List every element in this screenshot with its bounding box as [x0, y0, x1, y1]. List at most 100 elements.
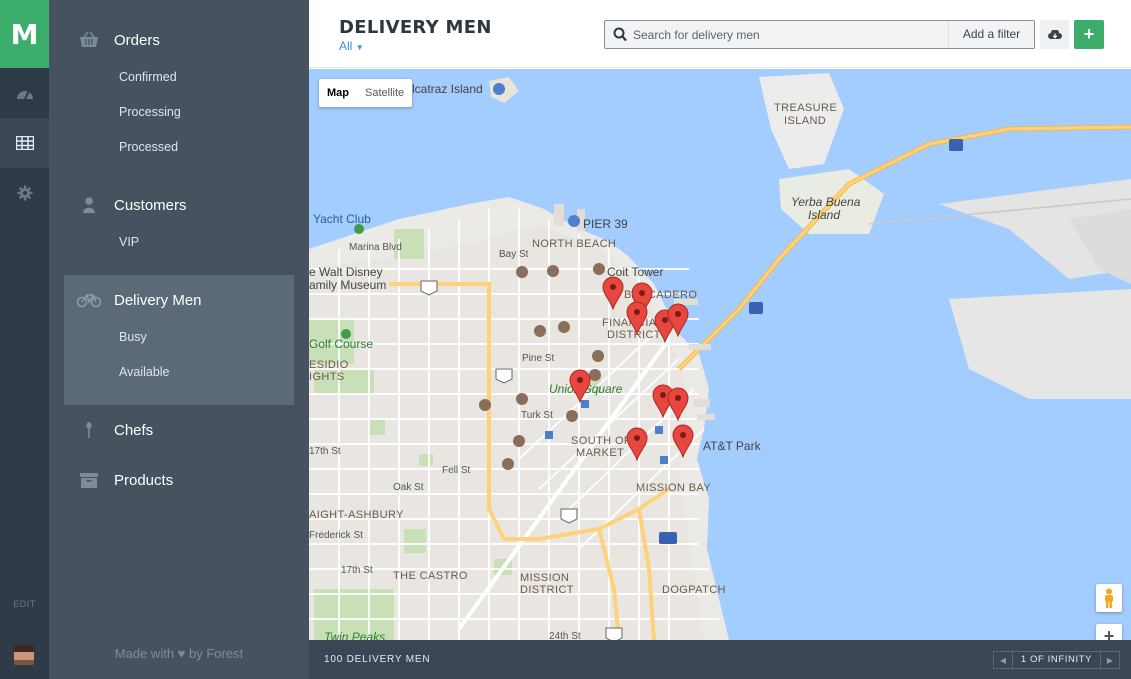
- icon-rail: M EDIT: [0, 0, 49, 679]
- sidebar-subitem-vip[interactable]: VIP: [49, 225, 309, 260]
- sidebar-item-label: Products: [114, 471, 174, 489]
- sidebar-subitem-busy[interactable]: Busy: [49, 320, 309, 355]
- map-label: DOGPATCH: [662, 584, 726, 596]
- sidebar-item-products[interactable]: Products: [49, 460, 309, 500]
- spoon-icon: [86, 422, 92, 438]
- map-label: IGHTS: [309, 371, 345, 383]
- delivery-man-pin[interactable]: [569, 369, 591, 404]
- street-label: Oak St: [393, 482, 424, 493]
- sidebar-item-customers[interactable]: Customers: [49, 185, 309, 225]
- edit-link[interactable]: EDIT: [0, 599, 49, 609]
- map-label: amily Museum: [309, 278, 387, 292]
- map-label: MISSION: [520, 572, 570, 584]
- search-input[interactable]: Search for delivery men: [633, 28, 760, 42]
- settings-button[interactable]: [0, 168, 49, 218]
- map-label: PIER 39: [583, 217, 628, 231]
- sidebar-item-orders[interactable]: Orders: [49, 20, 309, 60]
- map-view[interactable]: lcatraz Island TREASURE ISLAND Yerba Bue…: [309, 69, 1131, 640]
- map-label: Yerba Buena: [791, 195, 861, 209]
- add-record-button[interactable]: +: [1074, 20, 1104, 49]
- map-label: MISSION BAY: [636, 482, 712, 494]
- chevron-left-icon: ◀: [999, 655, 1007, 665]
- user-icon: [83, 197, 95, 213]
- map-label: TREASURE: [774, 102, 838, 114]
- street-label: 17th St: [309, 446, 341, 457]
- map-type-map-button[interactable]: Map: [319, 79, 357, 107]
- sidebar-item-delivery-men[interactable]: Delivery Men: [49, 280, 309, 320]
- gear-icon: [17, 185, 32, 201]
- map-label: ESIDIO: [309, 359, 349, 371]
- table-icon: [15, 136, 34, 150]
- sidebar-item-label: Orders: [114, 31, 160, 49]
- app-logo[interactable]: M: [0, 0, 49, 68]
- delivery-man-pin[interactable]: [672, 424, 694, 459]
- nav-group-delivery-men: Delivery Men Busy Available: [49, 280, 309, 390]
- sidebar: Orders Confirmed Processing Processed Cu…: [49, 0, 309, 679]
- street-label: Bay St: [499, 249, 529, 260]
- map-type-toggle: Map Satellite: [319, 79, 413, 107]
- sidebar-item-label: Delivery Men: [114, 291, 202, 309]
- made-with-suffix: by Forest: [189, 646, 244, 661]
- search-bar[interactable]: Search for delivery men Add a filter: [604, 20, 1035, 49]
- sidebar-item-label: Customers: [114, 196, 187, 214]
- page-title: DELIVERY MEN: [339, 17, 492, 38]
- map-label: Yacht Club: [313, 212, 371, 226]
- page-indicator[interactable]: 1 OF INFINITY: [1012, 652, 1101, 668]
- map-label: lcatraz Island: [412, 82, 483, 96]
- basket-icon: [80, 32, 98, 47]
- delivery-man-pin[interactable]: [667, 387, 689, 422]
- table-footer: 100 DELIVERY MEN ◀ 1 OF INFINITY ▶: [309, 640, 1131, 679]
- sidebar-subitem-confirmed[interactable]: Confirmed: [49, 60, 309, 95]
- map-label: ISLAND: [784, 115, 827, 127]
- street-label: Frederick St: [309, 530, 363, 541]
- dashboard-button[interactable]: [0, 68, 49, 118]
- add-filter-button[interactable]: Add a filter: [948, 21, 1034, 48]
- scope-value: All: [339, 39, 353, 53]
- street-label: Pine St: [522, 353, 555, 364]
- scope-dropdown[interactable]: All ▼: [339, 39, 364, 53]
- prev-page-button[interactable]: ◀: [994, 652, 1012, 668]
- map-type-satellite-button[interactable]: Satellite: [357, 79, 412, 107]
- made-with-prefix: Made with: [114, 646, 175, 661]
- street-label: Turk St: [521, 410, 553, 421]
- dashboard-icon: [16, 90, 33, 100]
- street-label: 17th St: [341, 565, 373, 576]
- map-base: [309, 69, 1131, 640]
- pagination: ◀ 1 OF INFINITY ▶: [993, 651, 1120, 669]
- street-label: 24th St: [549, 631, 581, 640]
- heart-icon: ♥: [177, 646, 186, 661]
- avatar[interactable]: [14, 645, 34, 665]
- map-label: AT&T Park: [703, 439, 761, 453]
- map-label: DISTRICT: [520, 584, 574, 596]
- sidebar-item-label: Chefs: [114, 421, 154, 439]
- delivery-man-pin[interactable]: [626, 301, 648, 336]
- chevron-right-icon: ▶: [1106, 655, 1114, 665]
- nav-group-chefs: Chefs: [49, 410, 309, 450]
- sidebar-subitem-available[interactable]: Available: [49, 355, 309, 390]
- street-view-button[interactable]: [1096, 584, 1122, 612]
- search-icon: [613, 27, 627, 42]
- delivery-man-pin[interactable]: [626, 427, 648, 462]
- data-button[interactable]: [0, 118, 49, 168]
- cloud-download-icon: [1047, 29, 1062, 39]
- map-label: THE CASTRO: [393, 570, 468, 582]
- next-page-button[interactable]: ▶: [1101, 652, 1119, 668]
- map-label: MARKET: [576, 447, 625, 459]
- nav-group-customers: Customers VIP: [49, 185, 309, 260]
- export-button[interactable]: [1040, 20, 1069, 49]
- bicycle-icon: [77, 294, 101, 308]
- record-count: 100 DELIVERY MEN: [324, 654, 431, 665]
- page-header: DELIVERY MEN All ▼ Search for delivery m…: [309, 0, 1131, 68]
- sidebar-subitem-processing[interactable]: Processing: [49, 95, 309, 130]
- pegman-icon: [1105, 588, 1113, 608]
- zoom-in-button[interactable]: +: [1096, 624, 1122, 640]
- delivery-man-pin[interactable]: [602, 276, 624, 311]
- street-label: Marina Blvd: [349, 242, 402, 253]
- made-with-forest[interactable]: Made with ♥ by Forest: [49, 646, 309, 661]
- sidebar-item-chefs[interactable]: Chefs: [49, 410, 309, 450]
- archive-icon: [80, 473, 98, 488]
- map-label: SOUTH OF: [571, 435, 632, 447]
- caret-down-icon: ▼: [355, 43, 364, 52]
- delivery-man-pin[interactable]: [667, 303, 689, 338]
- sidebar-subitem-processed[interactable]: Processed: [49, 130, 309, 165]
